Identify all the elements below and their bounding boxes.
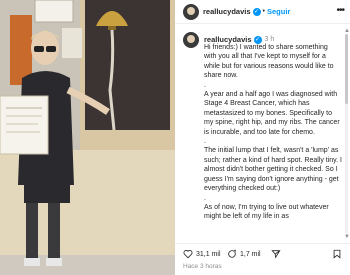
more-icon[interactable]: ••• [336, 6, 344, 16]
caption-avatar[interactable] [183, 32, 199, 48]
share-icon[interactable] [271, 249, 281, 259]
comment-icon[interactable] [227, 249, 237, 259]
scroll-down-icon[interactable]: ▼ [344, 234, 350, 240]
post-photo [0, 0, 175, 275]
action-bar: 31,1 mil 1,7 mil [175, 243, 350, 263]
like-count: 31,1 mil [196, 250, 221, 258]
post-date: Hace 3 horas [183, 263, 222, 270]
avatar[interactable] [183, 4, 199, 20]
scroll-up-icon[interactable]: ▲ [344, 28, 350, 34]
header-identity: reallucydavis ✓ • Seguir [203, 7, 290, 16]
caption-scrollbar[interactable] [345, 34, 348, 234]
like-action[interactable]: 31,1 mil [183, 249, 221, 259]
separator-dot: • [262, 8, 265, 15]
bookmark-icon[interactable] [332, 249, 342, 259]
heart-icon[interactable] [183, 249, 193, 259]
photo-illustration [0, 0, 175, 275]
scroll-thumb[interactable] [345, 34, 348, 104]
follow-button[interactable]: Seguir [267, 7, 290, 16]
verified-badge-icon: ✓ [252, 7, 261, 16]
username[interactable]: reallucydavis [203, 7, 251, 16]
post-header: reallucydavis ✓ • Seguir ••• [175, 0, 350, 24]
post-time: 3 h [264, 36, 275, 43]
post-panel: reallucydavis ✓ • Seguir ••• reallucydav… [175, 0, 350, 275]
comment-action[interactable]: 1,7 mil [227, 249, 261, 259]
share-action[interactable] [271, 249, 281, 259]
save-action[interactable] [332, 249, 342, 259]
comment-count: 1,7 mil [240, 250, 261, 258]
post-caption: Hi friends:) I wanted to share something… [204, 44, 342, 221]
